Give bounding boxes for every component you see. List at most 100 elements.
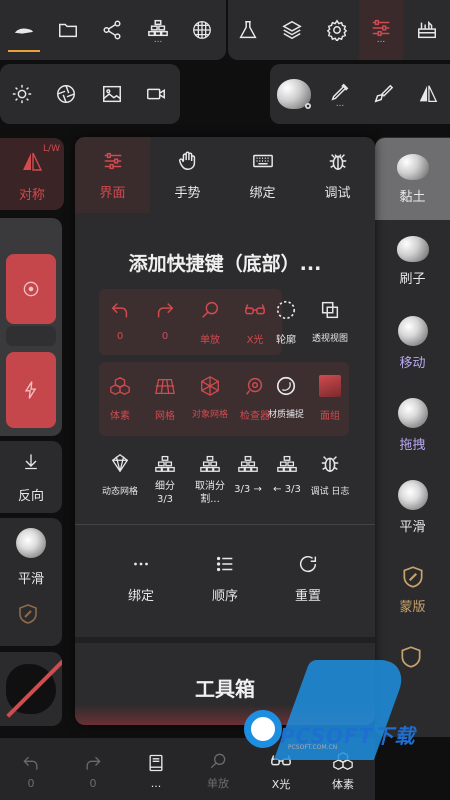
tab-interface-label: 界面 [99,185,126,201]
shortcut-level-down[interactable]: ← 3/3 [266,442,308,506]
shortcut-debug-log[interactable]: 调试 日志 [309,442,351,506]
shortcut-object-mesh[interactable]: 对象网格 [189,365,231,429]
bottom-redo-button[interactable]: 0 [62,742,124,800]
radius-slider-button[interactable] [6,254,56,324]
shortcut-level-up[interactable]: 3/3 → [227,442,269,506]
move-tool-icon [397,315,428,346]
brush-stroke-button[interactable] [2,6,46,54]
video-camera-icon [147,88,165,100]
redo-icon [157,303,174,318]
tab-debug[interactable]: 调试 [300,137,375,213]
gear-icon [305,103,311,109]
bottom-book-button[interactable]: ... [125,742,187,800]
flask-button[interactable] [226,6,270,54]
share-button[interactable] [90,6,134,54]
shortcut-solo[interactable]: 单放 [189,289,231,353]
more-dots: ... [335,99,345,109]
voxel-cubes-icon [110,377,130,395]
shield-icon [19,604,37,624]
stack-bars-button[interactable]: ... [136,6,180,54]
sphere-grid-icon [193,21,211,39]
mask-shield-button[interactable] [16,602,46,632]
bars-icon [277,455,297,472]
shortcut-mesh[interactable]: 网格 [144,365,186,429]
paint-brush-icon [374,84,394,103]
folder-button[interactable] [46,6,90,54]
sun-button[interactable] [0,70,44,118]
bottom-solo-button[interactable]: 单放 [187,742,249,800]
aperture-button[interactable] [44,70,88,118]
smooth-tool-label: 平滑 [399,519,426,535]
symmetry-button[interactable] [406,70,450,118]
watermark-logo-p [244,710,282,748]
redo-icon [86,756,101,770]
more-dots: ... [153,35,163,45]
shortcut-unsubdivide[interactable]: 取消分割... [189,442,231,506]
reverse-button[interactable]: 反向 [0,441,62,513]
shortcut-perspective[interactable]: 透视视图 [309,289,351,353]
sliders-button[interactable]: ... [359,6,403,54]
symmetry-label: 对称 [18,188,45,203]
intensity-slider-button[interactable] [6,352,56,428]
watermark-sub: PCSOFT.COM.CN [288,744,338,751]
level-up-label: 3/3 → [234,484,262,495]
bars-icon [200,455,220,472]
shortcut-redo[interactable]: 0 [144,289,186,353]
shortcut-dynamic-mesh[interactable]: 动态网格 [99,442,141,506]
xray-label: X光 [246,335,264,346]
layers-button[interactable] [270,6,314,54]
smooth-tool[interactable]: 平滑 [375,466,450,548]
refresh-icon [300,555,317,572]
tab-interface[interactable]: 界面 [75,137,150,213]
shortcut-voxel[interactable]: 体素 [99,365,141,429]
brush-tool[interactable]: 刷子 [375,220,450,302]
tab-bindings[interactable]: 绑定 [225,137,300,213]
list-icon [216,556,233,571]
unsubdivide-label: 取消分割... [195,481,225,505]
bottom-undo-button[interactable]: 0 [0,742,62,800]
shortcut-wireframe[interactable]: 轮廓 [265,289,307,353]
paint-brush-button[interactable] [361,70,405,118]
shortcut-matcap[interactable]: 材质捕捉 [265,365,307,429]
bind-action-button[interactable]: 绑定 [111,543,171,613]
sphere-grid-button[interactable] [180,6,224,54]
bars-icon [155,455,175,472]
symmetry-toggle[interactable]: L/W 对称 [0,138,64,210]
dynamic-mesh-icon [111,453,129,473]
magnifier-icon [202,301,219,318]
clay-ball-button[interactable] [272,70,316,118]
color-swatch-button[interactable] [0,652,62,726]
perspective-label: 透视视图 [311,334,348,344]
sun-icon [12,84,32,104]
tab-gestures[interactable]: 手势 [150,137,225,213]
smooth-button[interactable]: 平滑 [0,522,62,588]
shortcut-undo[interactable]: 0 [99,289,141,353]
toolbox-button[interactable] [405,6,449,54]
video-camera-button[interactable] [134,70,178,118]
image-icon [103,85,121,103]
tab-bindings-label: 绑定 [249,185,276,201]
clay-tool[interactable]: 黏土 [375,138,450,220]
symmetry-icon [23,152,43,171]
shortcut-face-group[interactable]: 面组 [309,365,351,429]
image-button[interactable] [90,70,134,118]
move-tool[interactable]: 移动 [375,302,450,384]
mask-tool[interactable]: 蒙版 [375,548,450,630]
drag-tool[interactable]: 拖拽 [375,384,450,466]
order-action-button[interactable]: 顺序 [195,543,255,613]
gear-button[interactable] [315,6,359,54]
aperture-icon [57,85,75,103]
folder-icon [59,23,77,38]
brush-tool-icon [396,235,429,262]
tab-gestures-label: 手势 [174,185,201,201]
sliders-icon [104,152,121,169]
active-indicator [8,50,40,52]
pencil-button[interactable]: ... [318,70,362,118]
ellipsis-icon [134,562,148,565]
redo-count: 0 [161,331,169,342]
shortcut-subdivide[interactable]: 细分 3/3 [144,442,186,506]
voxel-label: 体素 [110,411,130,422]
bars-icon [238,455,258,472]
dynamic-mesh-label: 动态网格 [101,487,138,497]
reset-action-button[interactable]: 重置 [278,543,338,613]
